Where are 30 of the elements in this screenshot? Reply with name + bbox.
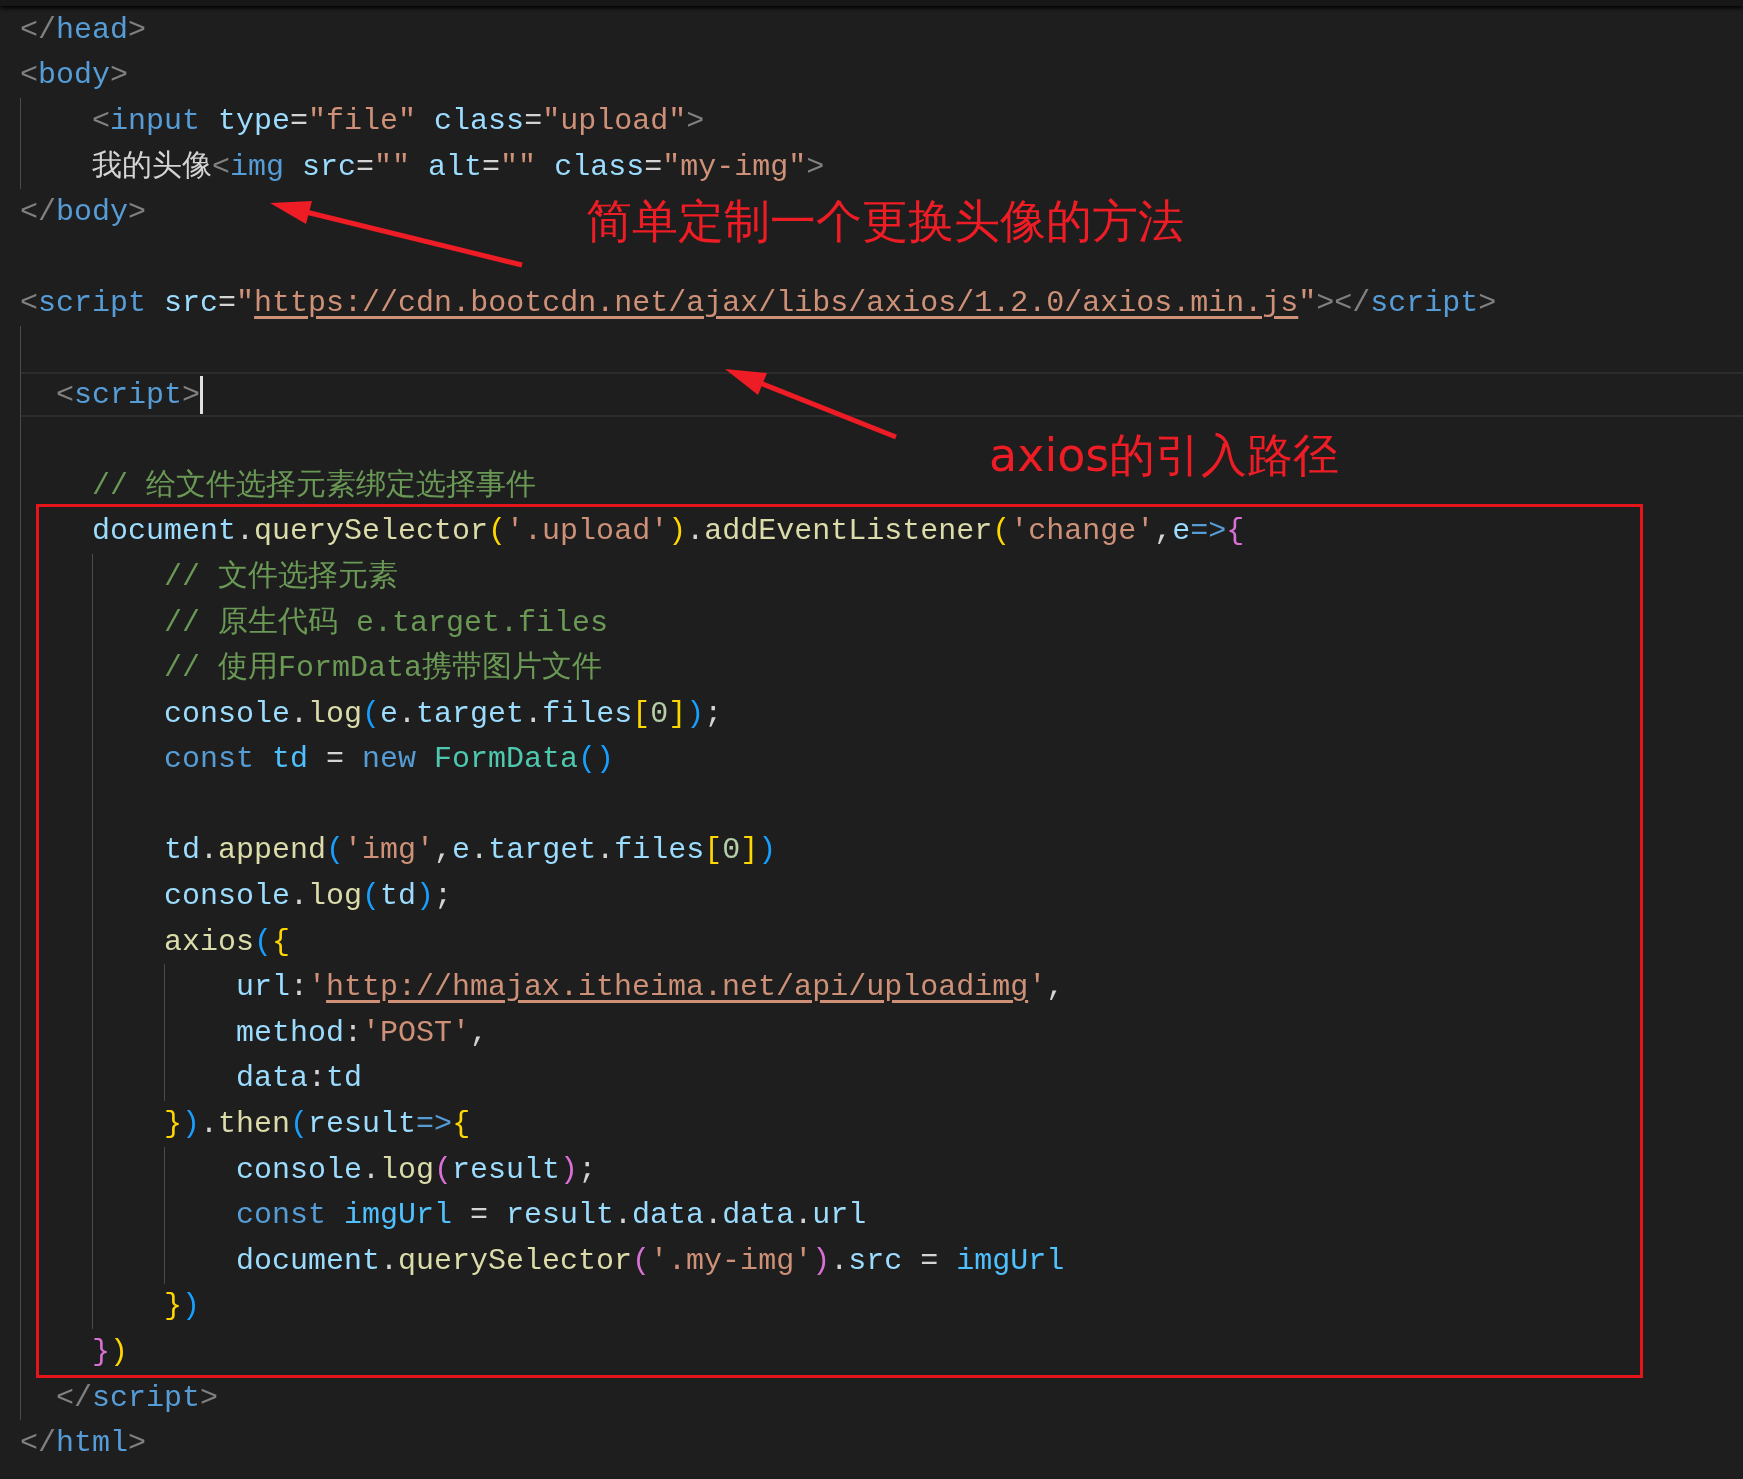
annotation-text: 简单定制一个更换头像的方法	[586, 194, 1184, 250]
code-line: method:'POST',	[236, 1014, 489, 1052]
code-line: console.log(result);	[236, 1151, 597, 1189]
code-line: const imgUrl = result.data.data.url	[236, 1197, 867, 1235]
code-line: document.querySelector('.my-img').src = imgUrl	[236, 1242, 1065, 1280]
code-line: <script src="https://cdn.bootcdn.net/ajax/libs/axios/1.2.0/axios.min.js"></script>	[20, 285, 1497, 323]
code-line: </script>	[56, 1379, 219, 1417]
code-line: }).then(result=>{	[164, 1106, 471, 1144]
code-line: // 原生代码 e.target.files	[164, 604, 609, 642]
code-line: })	[164, 1288, 201, 1326]
code-line: </head>	[20, 11, 147, 49]
code-line: })	[92, 1334, 129, 1371]
code-line: console.log(td);	[164, 878, 453, 916]
code-line: data:td	[236, 1060, 363, 1098]
code-line: axios({	[164, 923, 291, 961]
code-line: <body>	[20, 57, 129, 95]
code-line: td.append('img',e.target.files[0])	[164, 832, 777, 870]
code-line: url:'http://hmajax.itheima.net/api/uploadimg',	[236, 969, 1065, 1007]
code-line: // 给文件选择元素绑定选择事件	[92, 467, 536, 505]
annotation-text: axios的引入路径	[989, 428, 1340, 484]
code-line: </body>	[20, 194, 147, 232]
code-line: </html>	[20, 1425, 147, 1463]
code-line: // 文件选择元素	[164, 558, 398, 596]
code-line: console.log(e.target.files[0]);	[164, 695, 723, 733]
code-line: // 使用FormData携带图片文件	[164, 650, 603, 688]
code-line: document.querySelector('.upload').addEventListener('change',e=>{	[92, 513, 1245, 551]
code-line: <input type="file" class="upload">	[92, 103, 705, 140]
code-line: 我的头像<img src="" alt="" class="my-img">	[92, 148, 825, 186]
code-line: <script>	[56, 376, 201, 414]
code-line: const td = new FormData()	[164, 741, 615, 779]
